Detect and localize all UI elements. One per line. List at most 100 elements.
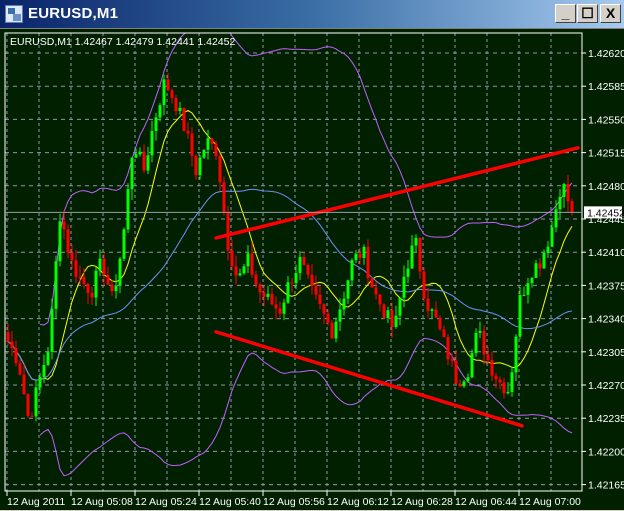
bear-candle bbox=[30, 415, 34, 417]
title-bar[interactable]: EURUSD,M1 _ ☐ X bbox=[0, 0, 624, 28]
bear-candle bbox=[234, 266, 238, 276]
bear-candle bbox=[166, 79, 170, 91]
x-tick-label: 12 Aug 06:28 bbox=[391, 496, 453, 508]
bear-candle bbox=[330, 322, 334, 339]
bull-candle bbox=[46, 351, 50, 365]
chart-canvas[interactable]: EURUSD,M1 1.42467 1.42479 1.42441 1.4245… bbox=[0, 29, 624, 511]
price-chart[interactable]: EURUSD,M1 1.42467 1.42479 1.42441 1.4245… bbox=[0, 28, 624, 510]
bull-candle bbox=[534, 263, 538, 278]
bull-candle bbox=[246, 253, 250, 267]
bear-candle bbox=[218, 156, 222, 183]
bear-candle bbox=[318, 294, 322, 305]
bull-candle bbox=[94, 270, 98, 298]
bull-candle bbox=[206, 138, 210, 150]
bull-candle bbox=[562, 184, 566, 197]
x-tick-label: 12 Aug 06:12 bbox=[327, 496, 389, 508]
bull-candle bbox=[546, 246, 550, 254]
bear-candle bbox=[382, 304, 386, 319]
bull-candle bbox=[50, 308, 54, 352]
bull-candle bbox=[414, 237, 418, 246]
bull-candle bbox=[402, 276, 406, 298]
bull-candle bbox=[550, 227, 554, 247]
bear-candle bbox=[78, 276, 82, 278]
bear-candle bbox=[538, 263, 542, 269]
y-tick-label: 1.42270 bbox=[588, 380, 624, 392]
bear-candle bbox=[254, 274, 258, 285]
y-tick-label: 1.42375 bbox=[588, 280, 624, 292]
x-tick-label: 12 Aug 05:24 bbox=[135, 496, 197, 508]
bull-candle bbox=[122, 229, 126, 259]
bear-candle bbox=[22, 374, 26, 395]
bull-candle bbox=[474, 332, 478, 354]
bull-candle bbox=[478, 330, 482, 333]
bull-candle bbox=[38, 377, 42, 388]
bull-candle bbox=[558, 196, 562, 210]
bull-candle bbox=[394, 315, 398, 328]
bear-candle bbox=[358, 253, 362, 259]
bear-candle bbox=[174, 98, 178, 112]
bear-candle bbox=[74, 260, 78, 277]
bear-candle bbox=[194, 155, 198, 176]
bear-candle bbox=[82, 277, 86, 284]
trendline-upper[interactable] bbox=[214, 146, 580, 240]
bear-candle bbox=[70, 252, 74, 261]
bull-candle bbox=[342, 298, 346, 310]
y-tick-label: 1.42410 bbox=[588, 247, 624, 259]
x-tick-label: 12 Aug 07:00 bbox=[519, 496, 581, 508]
bear-candle bbox=[490, 360, 494, 376]
bull-candle bbox=[410, 245, 414, 269]
bull-candle bbox=[406, 268, 410, 277]
bear-candle bbox=[314, 285, 318, 295]
bull-candle bbox=[466, 377, 470, 382]
chart-window-icon bbox=[5, 5, 23, 23]
bull-candle bbox=[58, 221, 62, 262]
bear-candle bbox=[454, 360, 458, 384]
bear-candle bbox=[390, 310, 394, 328]
bear-candle bbox=[370, 278, 374, 288]
bull-candle bbox=[470, 353, 474, 378]
bull-candle bbox=[178, 107, 182, 112]
bear-candle bbox=[6, 332, 10, 342]
x-tick-label: 12 Aug 06:44 bbox=[455, 496, 517, 508]
y-tick-label: 1.42480 bbox=[588, 181, 624, 193]
bear-candle bbox=[142, 151, 146, 171]
close-button[interactable]: X bbox=[600, 4, 621, 23]
y-tick-label: 1.42340 bbox=[588, 314, 624, 326]
bear-candle bbox=[366, 246, 370, 279]
bull-candle bbox=[34, 387, 38, 417]
bull-candle bbox=[98, 258, 102, 271]
bear-candle bbox=[62, 221, 66, 230]
bear-candle bbox=[274, 304, 278, 309]
bear-candle bbox=[446, 337, 450, 360]
bull-candle bbox=[518, 294, 522, 337]
bear-candle bbox=[502, 382, 506, 394]
bull-candle bbox=[510, 372, 514, 392]
bear-candle bbox=[186, 130, 190, 134]
bear-candle bbox=[450, 359, 454, 361]
maximize-button[interactable]: ☐ bbox=[577, 4, 598, 23]
bear-candle bbox=[442, 329, 446, 338]
bear-candle bbox=[494, 375, 498, 380]
bull-candle bbox=[542, 253, 546, 269]
chart-info-label: EURUSD,M1 1.42467 1.42479 1.42441 1.4245… bbox=[10, 36, 235, 48]
y-tick-label: 1.42200 bbox=[588, 446, 624, 458]
bull-candle bbox=[506, 391, 510, 394]
bear-candle bbox=[66, 229, 70, 253]
current-price-label: 1.42452 bbox=[587, 207, 624, 219]
y-tick-label: 1.42550 bbox=[588, 114, 624, 126]
bull-candle bbox=[134, 154, 138, 158]
bear-candle bbox=[570, 201, 574, 213]
y-tick-label: 1.42620 bbox=[588, 48, 624, 60]
minimize-button[interactable]: _ bbox=[555, 4, 576, 23]
bear-candle bbox=[290, 282, 294, 284]
bull-candle bbox=[338, 309, 342, 322]
bull-candle bbox=[526, 283, 530, 295]
bear-candle bbox=[210, 138, 214, 144]
bear-candle bbox=[270, 293, 274, 305]
bull-candle bbox=[238, 273, 242, 276]
window-title: EURUSD,M1 bbox=[28, 5, 119, 22]
bull-candle bbox=[362, 246, 366, 259]
bull-candle bbox=[350, 260, 354, 281]
bear-candle bbox=[306, 264, 310, 275]
bear-candle bbox=[262, 292, 266, 297]
